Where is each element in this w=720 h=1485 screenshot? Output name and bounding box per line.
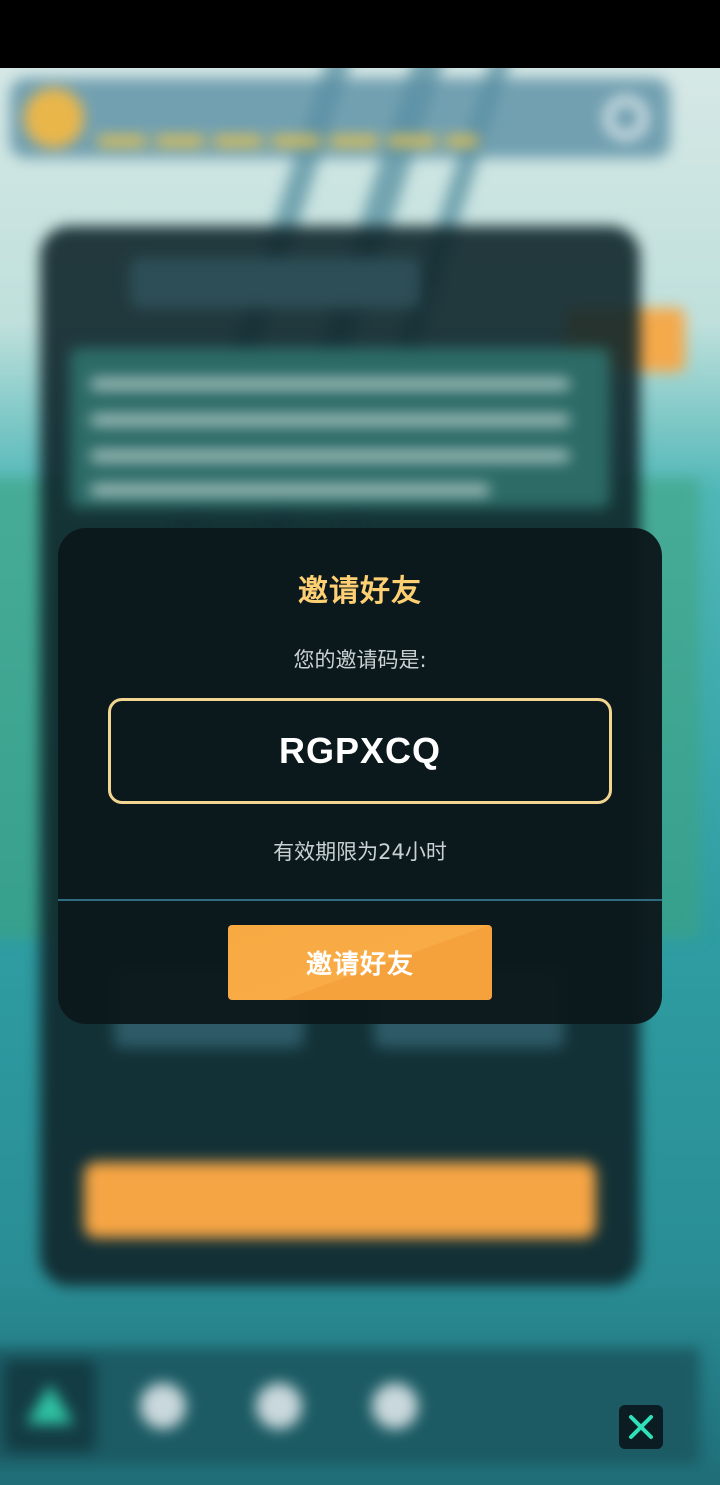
nav-icon bbox=[140, 1383, 186, 1429]
invite-dialog: 邀请好友 您的邀请码是: RGPXCQ 有效期限为24小时 邀请好友 bbox=[58, 528, 662, 1024]
progress-bar bbox=[98, 136, 478, 146]
screen: 邀请好友 您的邀请码是: RGPXCQ 有效期限为24小时 邀请好友 bbox=[0, 0, 720, 1485]
background-text-line bbox=[90, 378, 570, 390]
validity-note: 有效期限为24小时 bbox=[273, 840, 447, 864]
triangle-icon bbox=[26, 1384, 74, 1424]
close-button[interactable] bbox=[619, 1405, 663, 1449]
gear-icon bbox=[604, 96, 648, 140]
background-panel-title bbox=[130, 258, 420, 308]
background-text-line bbox=[90, 450, 570, 462]
background-text-line bbox=[90, 414, 570, 426]
background-invite-button bbox=[84, 1162, 596, 1238]
background-text-line bbox=[90, 484, 490, 496]
invite-code-box[interactable]: RGPXCQ bbox=[108, 698, 612, 804]
close-icon bbox=[629, 1415, 653, 1439]
coin-icon bbox=[24, 88, 84, 148]
nav-icon bbox=[372, 1383, 418, 1429]
nav-icon bbox=[256, 1383, 302, 1429]
bottom-nav bbox=[0, 1348, 700, 1465]
invite-button-label: 邀请好友 bbox=[305, 950, 414, 980]
status-bar bbox=[0, 0, 720, 68]
invite-friends-button[interactable]: 邀请好友 bbox=[228, 925, 492, 1000]
invite-code-prompt: 您的邀请码是: bbox=[293, 648, 427, 672]
top-hud bbox=[10, 78, 670, 158]
divider bbox=[58, 899, 662, 901]
invite-code: RGPXCQ bbox=[278, 730, 442, 771]
dialog-title: 邀请好友 bbox=[298, 574, 422, 609]
